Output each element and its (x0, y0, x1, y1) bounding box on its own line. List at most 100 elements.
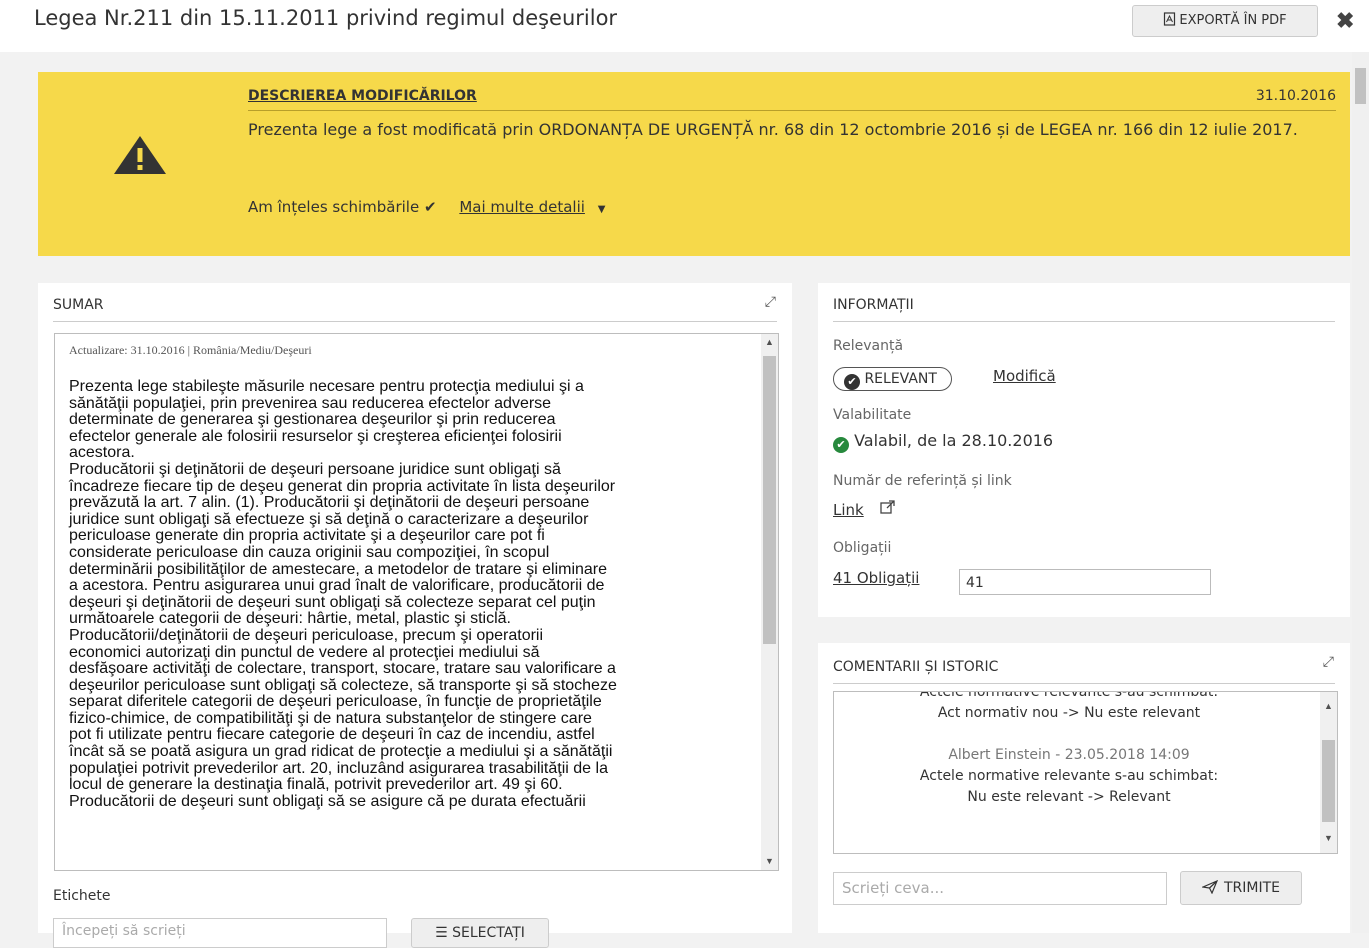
comment-line: Actele normative relevante s-au schimbat… (919, 768, 1219, 784)
scroll-up-icon[interactable]: ▲ (761, 334, 778, 351)
summary-line: deşeuri şi deţinătorii de deşeuri sunt o… (69, 593, 596, 611)
reference-row: Link (833, 499, 896, 520)
modification-notice: DESCRIEREA MODIFICĂRILOR 31.10.2016 Prez… (38, 72, 1350, 256)
scroll-up-icon[interactable]: ▲ (1320, 698, 1337, 715)
select-tags-button[interactable]: ☰ SELECTAȚI (411, 918, 549, 948)
notice-actions: Am înțeles schimbările ✔ Mai multe detal… (248, 198, 605, 216)
summary-line: Prezenta lege stabileşte măsurile necesa… (69, 378, 584, 395)
summary-line: încât să se poată asigura un grad ridica… (69, 743, 613, 761)
notice-label: DESCRIEREA MODIFICĂRILOR (248, 88, 477, 104)
send-button[interactable]: TRIMITE (1180, 871, 1302, 905)
info-divider (833, 321, 1335, 322)
export-pdf-label: EXPORTĂ ÎN PDF (1179, 13, 1287, 28)
more-details-link[interactable]: Mai multe detalii (459, 198, 585, 216)
scroll-down-icon[interactable]: ▼ (761, 853, 778, 870)
comment-line: Nu este relevant -> Relevant (967, 789, 1171, 805)
summary-meta: Actualizare: 31.10.2016 | România/Mediu/… (69, 343, 312, 357)
page-scroll-thumb[interactable] (1355, 68, 1366, 104)
summary-line: următoarele categorii de deşeuri: hârtie… (69, 610, 511, 628)
notice-text: Prezenta lege a fost modificată prin ORD… (248, 120, 1298, 139)
select-tags-label: SELECTAȚI (452, 925, 525, 941)
modify-link[interactable]: Modifică (993, 367, 1056, 385)
check-icon: ✔ (844, 374, 860, 390)
comments-text: Actele normative relevante s-au schimbat… (834, 691, 1304, 808)
list-icon: ☰ (435, 925, 448, 941)
comment-line: Albert Einstein - 23.05.2018 14:09 (948, 747, 1190, 763)
summary-divider (53, 321, 777, 322)
summary-scrollbar[interactable]: ▲ ▼ (761, 334, 778, 870)
obligations-label: Obligații (833, 540, 892, 556)
check-icon: ✔ (423, 198, 437, 216)
relevance-label: Relevanță (833, 338, 904, 354)
summary-line: Producătorii/deţinătorii de deşeuri peri… (69, 626, 544, 644)
summary-title: SUMAR (53, 297, 104, 313)
summary-line: juridice sunt obligaţi să efectueze şi s… (69, 510, 589, 528)
reference-link[interactable]: Link (833, 501, 864, 519)
summary-line: desfăşoare activităţi de colectare, tran… (69, 660, 616, 678)
summary-line: pot fi utilizate pentru fiecare categori… (69, 726, 595, 744)
summary-line: economici autorizaţi din punctul de vede… (69, 643, 540, 661)
notice-divider (248, 110, 1336, 111)
summary-line: deşeurilor periculoase sunt obligaţi să … (69, 676, 617, 694)
validity-label: Valabilitate (833, 407, 912, 423)
summary-text: Prezenta lege stabileşte măsurile necesa… (69, 378, 749, 810)
export-pdf-button[interactable]: EXPORTĂ ÎN PDF (1132, 5, 1318, 37)
summary-line: determinate de generarea şi gestionarea … (69, 411, 556, 429)
expand-icon[interactable]: ⤢ (1323, 653, 1334, 670)
summary-line: periculoase generate din propria activit… (69, 527, 545, 545)
summary-line: prevăzută la art. 7 alin. (1). Producăto… (69, 494, 590, 512)
chevron-down-icon[interactable]: ▼ (598, 204, 606, 215)
scroll-down-icon[interactable]: ▼ (1320, 830, 1337, 847)
info-panel: INFORMAȚII Relevanță ✔ RELEVANT Modifică… (818, 283, 1350, 617)
summary-line: efectelor generale ale folosirii resurse… (69, 427, 562, 445)
summary-line: acestora. (69, 444, 135, 462)
comments-scroll-thumb[interactable] (1322, 740, 1335, 822)
validity-value: Valabil, de la 28.10.2016 (854, 431, 1054, 450)
more-details-label: Mai multe detalii (459, 198, 585, 216)
comment-line: Act normativ nou -> Nu este relevant (937, 705, 1201, 721)
summary-line: fizico-chimice, de compatibilităţi şi de… (69, 709, 592, 727)
page-title: Legea Nr.211 din 15.11.2011 privind regi… (34, 6, 618, 30)
understood-label: Am înțeles schimbările (248, 198, 420, 216)
summary-scroll-thumb[interactable] (763, 356, 776, 644)
tags-label: Etichete (53, 888, 111, 904)
summary-panel: SUMAR ⤢ Actualizare: 31.10.2016 | Români… (38, 283, 792, 933)
expand-icon[interactable]: ⤢ (765, 293, 776, 310)
summary-line: sănătăţii populaţiei, prin prevenirea sa… (69, 394, 552, 412)
comment-line (834, 724, 1304, 745)
relevance-badge[interactable]: ✔ RELEVANT (833, 367, 952, 391)
summary-line: considerate periculoase din cauza origin… (69, 543, 550, 561)
summary-textbox[interactable]: Actualizare: 31.10.2016 | România/Mediu/… (54, 333, 779, 871)
summary-line: populaţiei potrivit prevederilor art. 20… (69, 759, 608, 777)
summary-line: Producătorii şi deţinătorii de deşeuri p… (69, 460, 561, 478)
summary-line: Producătorii de deşeuri sunt obligaţi să… (69, 792, 586, 810)
paper-plane-icon (1200, 879, 1219, 895)
close-icon[interactable]: ✖ (1336, 8, 1354, 34)
reference-label: Număr de referință și link (833, 473, 1012, 489)
comments-title: COMENTARII ȘI ISTORIC (833, 659, 999, 675)
page-scrollbar[interactable] (1352, 52, 1369, 933)
comment-input[interactable]: Scrieți ceva... (833, 872, 1167, 905)
pdf-icon (1164, 12, 1176, 26)
obligations-link[interactable]: 41 Obligații (833, 569, 919, 587)
summary-line: separat diferitele categorii de deşeuri … (69, 693, 602, 711)
info-title: INFORMAȚII (833, 297, 914, 313)
understood-button[interactable]: Am înțeles schimbările ✔ (248, 198, 437, 216)
check-icon: ✔ (833, 437, 849, 453)
comments-history[interactable]: Actele normative relevante s-au schimbat… (833, 691, 1338, 854)
relevance-value: RELEVANT (864, 371, 937, 387)
warning-icon (114, 136, 166, 174)
notice-date: 31.10.2016 (1255, 88, 1336, 104)
tags-input[interactable]: Începeți să scrieți (53, 918, 387, 948)
comment-line: Actele normative relevante s-au schimbat… (919, 691, 1219, 700)
summary-line: a acestora. Pentru asigurarea unui grad … (69, 577, 605, 595)
validity-row: ✔ Valabil, de la 28.10.2016 (833, 431, 1053, 453)
external-link-icon[interactable] (880, 499, 896, 515)
send-label: TRIMITE (1223, 880, 1280, 896)
comments-scrollbar[interactable]: ▲ ▼ (1320, 692, 1337, 853)
comments-divider (833, 683, 1335, 684)
obligations-input[interactable]: 41 (959, 569, 1211, 595)
summary-line: încadreze fiecare tip de deşeu generat d… (69, 477, 616, 495)
summary-line: locul de generare la destinaţia finală, … (69, 776, 563, 794)
header: Legea Nr.211 din 15.11.2011 privind regi… (0, 0, 1369, 52)
